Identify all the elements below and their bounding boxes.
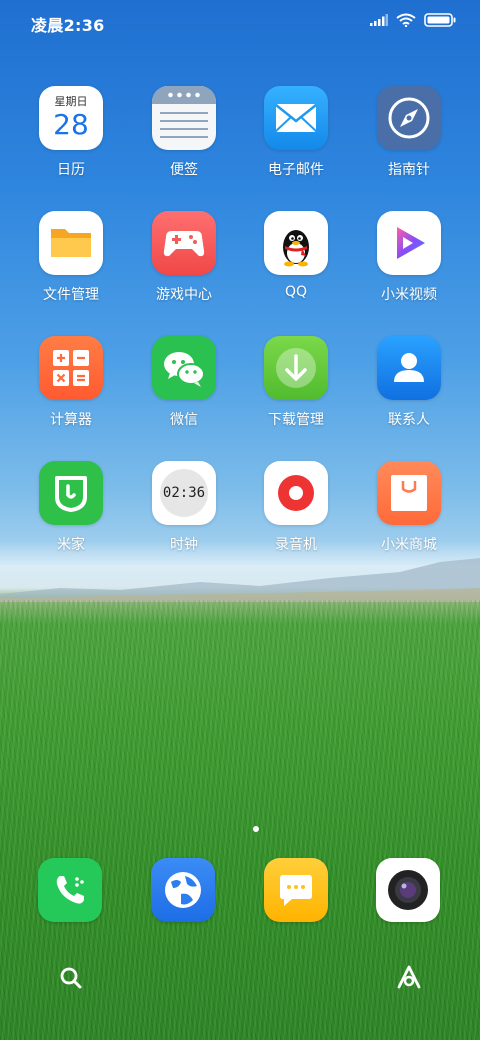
wallpaper-mountains (0, 558, 480, 602)
calendar-icon: 星期日 28 (39, 86, 103, 150)
clock-time: 02:36 (162, 485, 206, 501)
app-notes[interactable]: 便签 (134, 86, 234, 179)
folder-icon (39, 211, 103, 275)
app-label: 米家 (57, 537, 85, 553)
app-label: 便签 (170, 162, 198, 178)
page-indicator-dot[interactable] (253, 826, 259, 832)
app-label: 计算器 (50, 412, 92, 428)
app-wechat[interactable]: 微信 (134, 336, 234, 429)
download-icon (264, 336, 328, 400)
app-label: 指南针 (388, 162, 430, 178)
app-label: 日历 (57, 162, 85, 178)
app-label: 下载管理 (268, 412, 324, 428)
app-download-manager[interactable]: 下载管理 (246, 336, 346, 429)
app-clock[interactable]: 02:36 时钟 (134, 461, 234, 554)
clock-icon: 02:36 (152, 461, 216, 525)
app-label: 联系人 (388, 412, 430, 428)
app-compass[interactable]: 指南针 (359, 86, 459, 179)
status-time: 凌晨2:36 (31, 16, 105, 35)
app-label: 文件管理 (43, 287, 99, 303)
app-email[interactable]: 电子邮件 (246, 86, 346, 179)
app-contacts[interactable]: 联系人 (359, 336, 459, 429)
app-label: 时钟 (170, 537, 198, 553)
calendar-day: 28 (53, 108, 89, 141)
app-label: 小米视频 (381, 287, 437, 303)
app-label: 游戏中心 (156, 287, 212, 303)
app-mi-video[interactable]: 小米视频 (359, 211, 459, 304)
compass-icon (377, 86, 441, 150)
app-label: QQ (284, 284, 308, 300)
chat-bubbles-icon (152, 336, 216, 400)
record-icon (264, 461, 328, 525)
app-file-manager[interactable]: 文件管理 (21, 211, 121, 304)
status-icons (370, 13, 456, 27)
gamepad-icon (152, 211, 216, 275)
play-icon (377, 211, 441, 275)
app-label: 小米商城 (381, 537, 437, 553)
app-mi-mall[interactable]: 小米商城 (359, 461, 459, 554)
mail-icon (264, 86, 328, 150)
app-qq[interactable]: QQ (246, 211, 346, 300)
calculator-icon (39, 336, 103, 400)
app-label: 电子邮件 (268, 162, 324, 178)
app-calendar[interactable]: 星期日 28 日历 (21, 86, 121, 179)
person-icon (377, 336, 441, 400)
camera-icon[interactable] (376, 858, 440, 922)
notes-icon (152, 86, 216, 150)
app-recorder[interactable]: 录音机 (246, 461, 346, 554)
battery-icon (424, 13, 456, 27)
app-mijia[interactable]: 米家 (21, 461, 121, 554)
shopping-bag-icon (377, 461, 441, 525)
mijia-icon (39, 461, 103, 525)
message-icon[interactable] (264, 858, 328, 922)
status-bar: 凌晨2:36 (0, 0, 480, 40)
penguin-icon (264, 211, 328, 275)
app-game-center[interactable]: 游戏中心 (134, 211, 234, 304)
app-label: 微信 (170, 412, 198, 428)
app-label: 录音机 (275, 537, 317, 553)
wifi-icon (396, 13, 416, 27)
globe-icon[interactable] (151, 858, 215, 922)
app-calculator[interactable]: 计算器 (21, 336, 121, 429)
calendar-weekday: 星期日 (54, 95, 88, 108)
assistant-icon[interactable] (395, 963, 423, 991)
search-icon[interactable] (58, 965, 84, 991)
signal-icon (370, 14, 388, 26)
phone-icon[interactable] (38, 858, 102, 922)
